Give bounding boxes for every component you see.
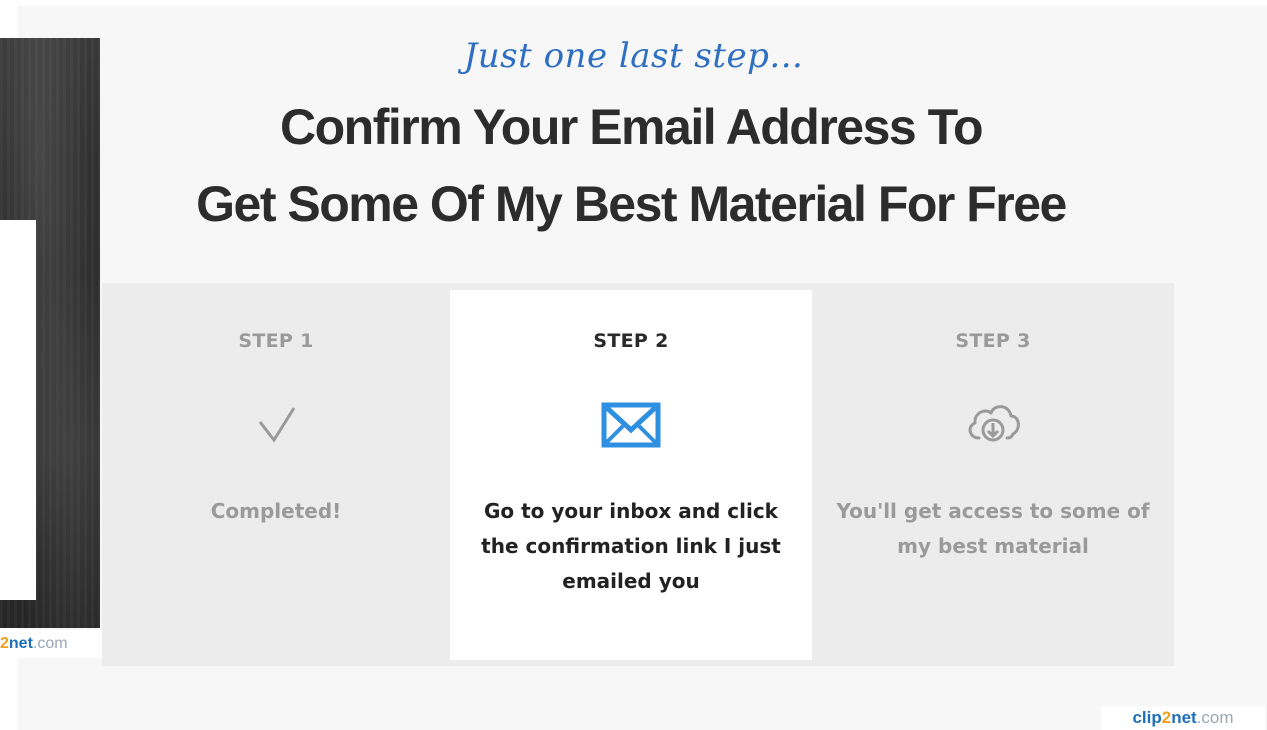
checkmark-icon — [258, 407, 296, 443]
step-1-label: STEP 1 — [238, 330, 314, 352]
cloud-download-icon — [968, 405, 1020, 442]
step-2-card: STEP 2 Go to your inbox and click the co… — [450, 290, 812, 660]
step-1-description: Completed! — [210, 499, 342, 523]
envelope-icon — [601, 402, 661, 448]
left-panel-fragment — [0, 220, 36, 600]
page-title-line1: Confirm Your Email Address To — [280, 99, 983, 155]
page-title-line2: Get Some Of My Best Material For Free — [196, 176, 1067, 232]
step-3-label: STEP 3 — [955, 330, 1031, 352]
eyebrow-text: Just one last step... — [463, 36, 804, 76]
step-3-description: You'll get access to some of my best mat… — [836, 499, 1150, 558]
steps-panel: STEP 1 Completed! STEP 2 Go to your inbo… — [102, 283, 1174, 666]
left-watermark-logo: 2net.com — [0, 630, 102, 658]
step-2-description: Go to your inbox and click the confirmat… — [481, 499, 781, 593]
step-1-card: STEP 1 Completed! — [102, 283, 450, 666]
watermark-logo: clip2net.com — [1101, 706, 1265, 730]
step-2-label: STEP 2 — [593, 330, 669, 352]
step-3-card: STEP 3 You'll get access to some of my b… — [812, 283, 1174, 666]
